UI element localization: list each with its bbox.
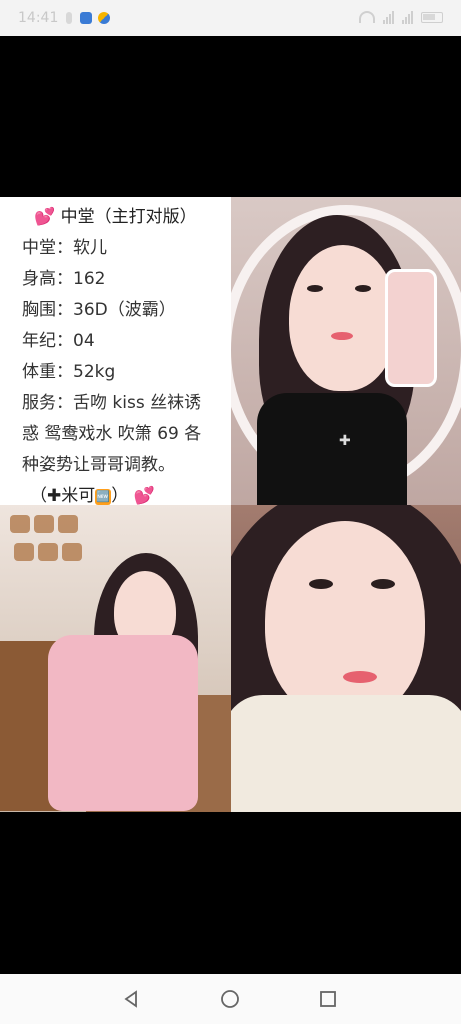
recent-apps-icon bbox=[320, 991, 336, 1007]
info-line: 惑 鸳鸯戏水 吹箫 69 各 bbox=[22, 424, 202, 444]
photo-closeup-fur-collar[interactable] bbox=[231, 505, 461, 812]
signal-icon-2 bbox=[402, 10, 413, 24]
plus-icon: ✚ bbox=[47, 486, 62, 506]
heart-icon: 💕 bbox=[34, 207, 56, 227]
decor bbox=[14, 543, 34, 561]
status-icons bbox=[359, 10, 443, 24]
app-notification-icon-2 bbox=[98, 12, 110, 24]
status-bar: 14:41 bbox=[0, 0, 461, 36]
info-line: 身高：162 bbox=[22, 269, 106, 289]
wifi-icon bbox=[359, 11, 375, 23]
home-button[interactable] bbox=[220, 989, 240, 1009]
face bbox=[265, 521, 425, 721]
eye bbox=[307, 285, 323, 292]
title-text: 中堂（主打对版） bbox=[60, 207, 197, 227]
info-line: 种姿势让哥哥调教。 bbox=[22, 455, 175, 475]
back-icon bbox=[124, 990, 137, 1008]
lips bbox=[331, 332, 353, 340]
phone bbox=[385, 269, 437, 387]
eye bbox=[371, 579, 395, 589]
info-line: 胸围：36D（波霸） bbox=[22, 300, 176, 320]
decor bbox=[62, 543, 82, 561]
post-content: 💕 中堂（主打对版） 中堂：软儿 身高：162 胸围：36D（波霸） 年纪：04… bbox=[0, 197, 461, 812]
decor bbox=[38, 543, 58, 561]
decor bbox=[34, 515, 54, 533]
photo-pink-sweater-cafe[interactable] bbox=[0, 505, 231, 812]
decor bbox=[10, 515, 30, 533]
info-line: 体重：52kg bbox=[22, 362, 116, 382]
face bbox=[289, 245, 397, 391]
info-line: 中堂：软儿 bbox=[22, 238, 107, 258]
shirt bbox=[257, 393, 407, 505]
pink-coat bbox=[48, 635, 198, 811]
recent-apps-button[interactable] bbox=[318, 989, 338, 1009]
info-line: 服务：舌吻 kiss 丝袜诱 bbox=[22, 393, 202, 413]
eye bbox=[309, 579, 333, 589]
eye bbox=[355, 285, 371, 292]
system-navigation-bar bbox=[0, 974, 461, 1024]
notification-icon bbox=[66, 12, 72, 24]
heart-icon: 💕 bbox=[133, 486, 155, 506]
new-badge: 🆕 bbox=[95, 489, 112, 505]
home-icon bbox=[221, 990, 239, 1008]
info-line: 年纪：04 bbox=[22, 331, 95, 351]
battery-icon bbox=[421, 11, 443, 23]
status-time: 14:41 bbox=[18, 10, 59, 26]
contact-line: （✚米可🆕） 💕 bbox=[30, 486, 155, 506]
post-title: 💕 中堂（主打对版） bbox=[34, 202, 197, 227]
fur-collar bbox=[231, 695, 461, 812]
decor bbox=[58, 515, 78, 533]
signal-icon bbox=[383, 10, 394, 24]
photo-mirror-selfie[interactable]: ✚ bbox=[231, 197, 461, 505]
post-text-panel: 💕 中堂（主打对版） 中堂：软儿 身高：162 胸围：36D（波霸） 年纪：04… bbox=[0, 197, 231, 506]
necklace-icon: ✚ bbox=[339, 433, 351, 449]
lips bbox=[343, 671, 377, 683]
app-notification-icon bbox=[80, 12, 92, 24]
back-button[interactable] bbox=[121, 989, 141, 1009]
